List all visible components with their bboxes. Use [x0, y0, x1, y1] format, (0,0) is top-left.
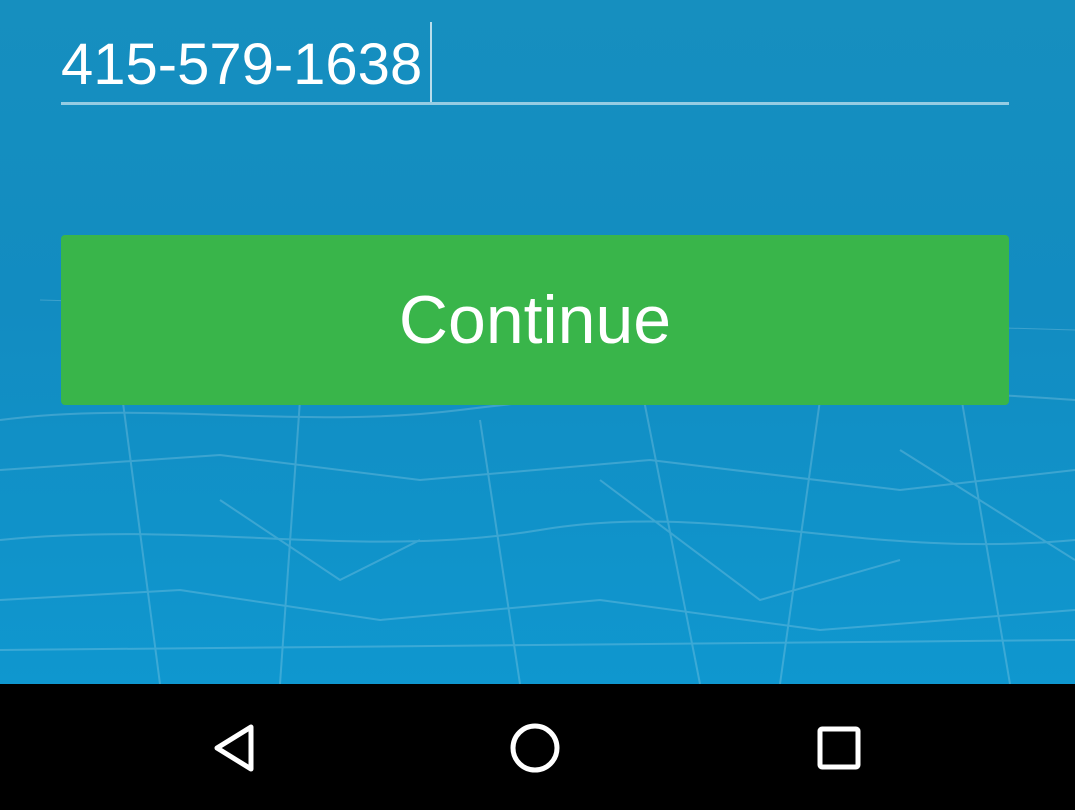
- content-area: 415-579-1638 Continue: [0, 0, 1075, 684]
- recents-button[interactable]: [808, 717, 870, 779]
- back-triangle-icon: [214, 724, 254, 772]
- back-button[interactable]: [203, 717, 265, 779]
- phone-verification-screen: 415-579-1638 Continue: [0, 0, 1075, 810]
- phone-number-field[interactable]: 415-579-1638: [61, 22, 1009, 105]
- home-button[interactable]: [504, 717, 566, 779]
- phone-number-value: 415-579-1638: [61, 32, 423, 97]
- recents-square-icon: [817, 726, 861, 770]
- system-navigation-bar: [0, 684, 1075, 810]
- continue-button[interactable]: Continue: [61, 235, 1009, 405]
- home-circle-icon: [510, 723, 560, 773]
- text-cursor: [430, 22, 432, 102]
